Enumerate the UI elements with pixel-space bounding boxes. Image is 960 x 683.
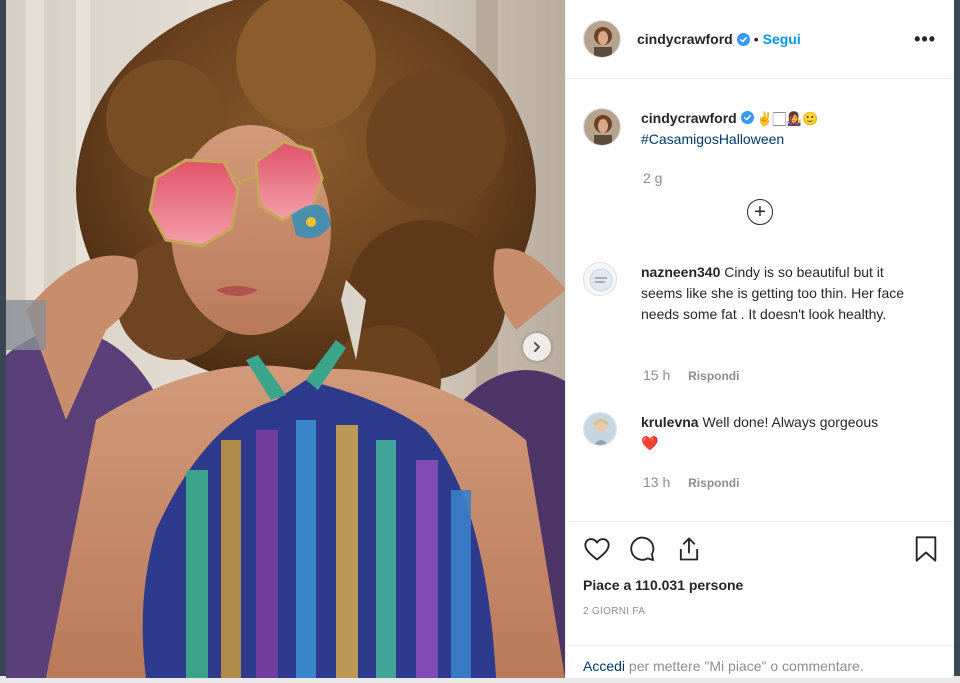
comment-body: Well done! Always gorgeous (702, 414, 879, 430)
header-separator: • (753, 31, 759, 47)
comment-text: krulevna Well done! Always gorgeous ❤️ (641, 412, 911, 454)
likes-count[interactable]: Piace a 110.031 persone (583, 577, 743, 593)
comment-text: nazneen340 Cindy is so beautiful but it … (641, 262, 911, 325)
caption-text: cindycrawford ✌️🏻👩‍🎤🙂 #CasamigosHalloween (641, 108, 818, 150)
caption-timestamp[interactable]: 2 g (643, 170, 662, 186)
comment-username[interactable]: krulevna (641, 414, 699, 430)
chevron-right-icon (534, 342, 540, 352)
comment-meta: 13 h Rispondi (643, 474, 739, 490)
post-details-panel: cindycrawford • Segui ••• cindycrawford … (565, 0, 954, 678)
comment-timestamp[interactable]: 13 h (643, 474, 670, 490)
author-avatar[interactable] (583, 20, 621, 58)
action-bar (583, 535, 939, 565)
more-options-icon[interactable]: ••• (914, 29, 936, 50)
comment-item: krulevna Well done! Always gorgeous ❤️ (583, 412, 943, 454)
comment-meta: 15 h Rispondi (643, 367, 739, 383)
login-link[interactable]: Accedi (583, 658, 625, 674)
plus-circle-icon[interactable]: + (747, 199, 773, 225)
verified-badge-icon (740, 111, 754, 124)
reply-button[interactable]: Rispondi (688, 476, 739, 490)
follow-button[interactable]: Segui (763, 31, 801, 47)
instagram-post-dialog: cindycrawford • Segui ••• cindycrawford … (6, 0, 954, 678)
commenter-avatar[interactable] (583, 262, 617, 296)
author-username[interactable]: cindycrawford (637, 31, 733, 47)
comment-timestamp[interactable]: 15 h (643, 367, 670, 383)
verified-badge-icon (736, 32, 750, 46)
bookmark-icon[interactable] (913, 535, 939, 563)
caption-emojis: ✌️🏻👩‍🎤🙂 (756, 111, 819, 126)
login-prompt-text: per mettere "Mi piace" o commentare. (625, 658, 864, 674)
comment-item: nazneen340 Cindy is so beautiful but it … (583, 262, 943, 325)
caption-username[interactable]: cindycrawford (641, 110, 737, 126)
comment-username[interactable]: nazneen340 (641, 264, 720, 280)
comment-icon[interactable] (628, 535, 656, 563)
caption-hashtag[interactable]: #CasamigosHalloween (641, 131, 784, 147)
reply-button[interactable]: Rispondi (688, 369, 739, 383)
post-header: cindycrawford • Segui ••• (566, 0, 954, 79)
post-caption: cindycrawford ✌️🏻👩‍🎤🙂 #CasamigosHalloween (583, 108, 818, 150)
heart-icon[interactable] (583, 535, 611, 563)
heart-emoji: ❤️ (641, 435, 659, 451)
share-icon[interactable] (675, 535, 703, 563)
comments-list: cindycrawford ✌️🏻👩‍🎤🙂 #CasamigosHalloween… (566, 80, 954, 520)
post-photo-illustration (6, 0, 565, 678)
commenter-avatar[interactable] (583, 412, 617, 446)
backdrop-edge-right (954, 0, 960, 683)
caption-author-avatar[interactable] (583, 108, 621, 146)
post-date[interactable]: 2 GIORNI FA (583, 606, 645, 617)
login-prompt: Accedi per mettere "Mi piace" o commenta… (566, 645, 954, 679)
post-photo[interactable] (6, 0, 565, 678)
carousel-next-button[interactable] (523, 333, 551, 361)
post-actions: Piace a 110.031 persone 2 GIORNI FA Acce… (566, 521, 954, 678)
